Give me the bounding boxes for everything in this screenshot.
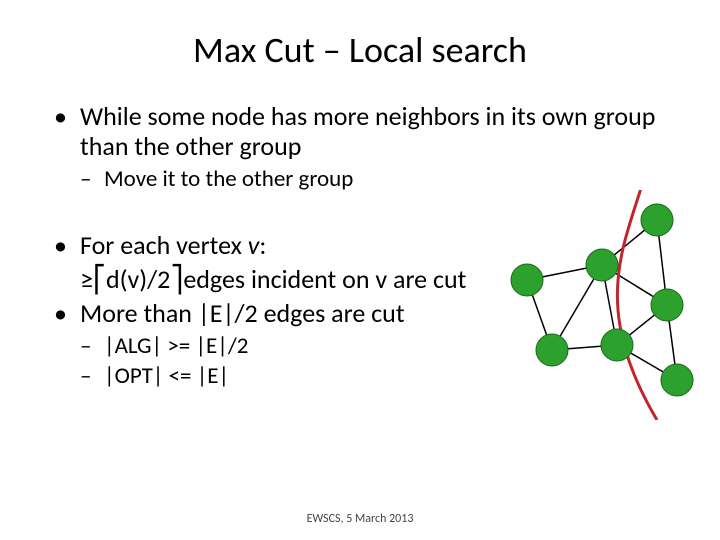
slide-title: Max Cut – Local search bbox=[0, 0, 720, 102]
graph-diagram bbox=[492, 190, 702, 420]
slide-footer: EWSCS, 5 March 2013 bbox=[0, 512, 720, 526]
bullet-1: While some node has more neighbors in it… bbox=[54, 102, 660, 162]
